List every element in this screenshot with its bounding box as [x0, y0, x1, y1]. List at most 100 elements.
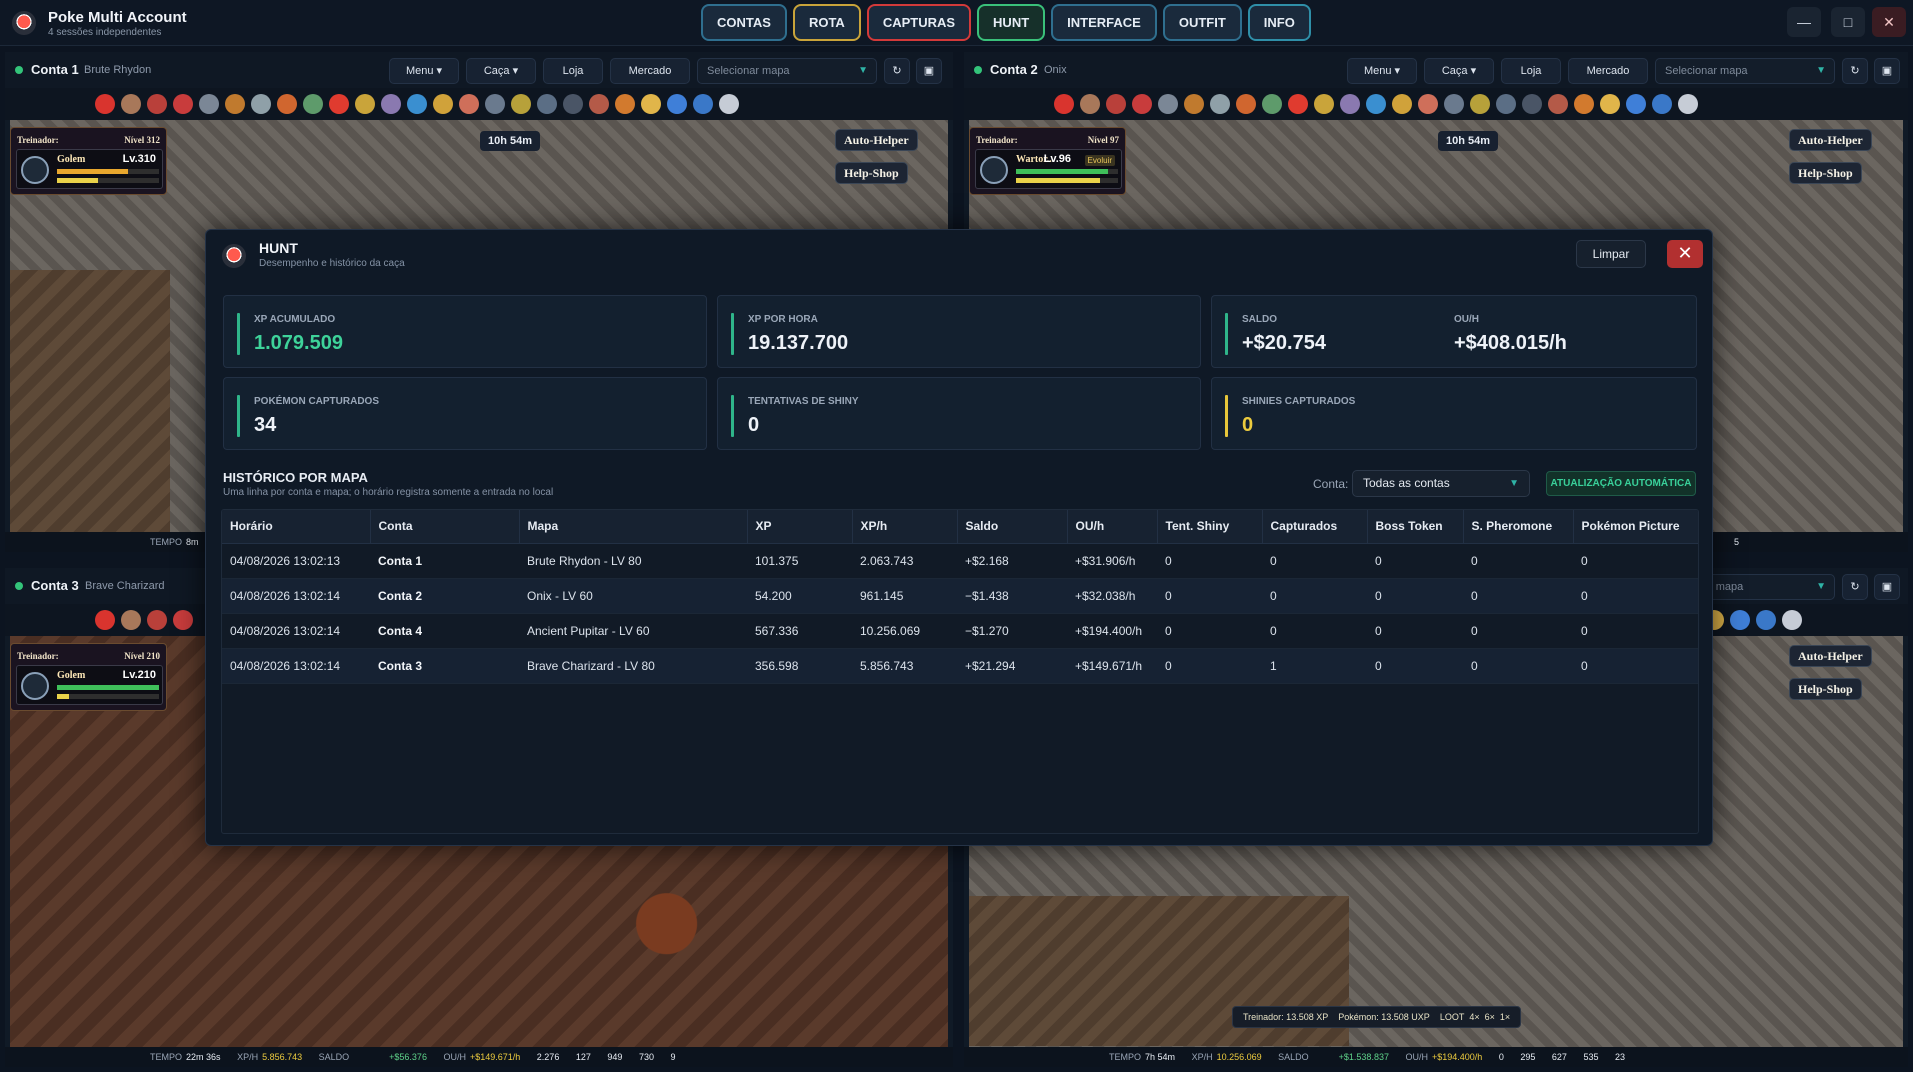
warning-icon[interactable] [329, 94, 349, 114]
refresh-icon[interactable]: ↻ [1842, 58, 1868, 84]
refresh-icon[interactable]: ↻ [884, 58, 910, 84]
pokemon-icon[interactable] [1080, 94, 1100, 114]
coin-icon[interactable] [433, 94, 453, 114]
col-tent-shiny[interactable]: Tent. Shiny [1157, 510, 1263, 544]
window-icon[interactable]: ▣ [1874, 58, 1900, 84]
spark-icon[interactable] [1574, 94, 1594, 114]
loja-button[interactable]: Loja [1501, 58, 1561, 84]
spark-icon[interactable] [615, 94, 635, 114]
diamond-icon[interactable] [667, 94, 687, 114]
tab-rota[interactable]: ROTA [792, 4, 861, 41]
pokemon-icon[interactable] [121, 610, 141, 630]
potion-icon[interactable] [1132, 94, 1152, 114]
tab-contas[interactable]: CONTAS [701, 4, 787, 41]
bag-icon[interactable] [1106, 94, 1126, 114]
water-icon[interactable] [1366, 94, 1386, 114]
fire-icon[interactable] [1236, 94, 1256, 114]
hand-icon[interactable] [1418, 94, 1438, 114]
limpar-button[interactable]: Limpar [1576, 240, 1646, 268]
pokemon-icon[interactable] [121, 94, 141, 114]
auto-update-toggle[interactable]: ATUALIZAÇÃO AUTOMÁTICA [1546, 471, 1696, 496]
rock-icon[interactable] [1210, 94, 1230, 114]
pokeball-icon[interactable] [1054, 94, 1074, 114]
window-icon[interactable]: ▣ [916, 58, 942, 84]
tab-outfit[interactable]: OUTFIT [1162, 4, 1242, 41]
caca-button[interactable]: Caça ▾ [466, 58, 536, 84]
warning-icon[interactable] [1288, 94, 1308, 114]
conta-filter-select[interactable]: Todas as contas ▼ [1352, 470, 1530, 497]
table-row[interactable]: 04/08/2026 13:02:14 Conta 4 Ancient Pupi… [222, 613, 1698, 649]
box-icon[interactable] [1548, 94, 1568, 114]
box-icon[interactable] [589, 94, 609, 114]
col-capturados[interactable]: Capturados [1262, 510, 1368, 544]
rock-icon[interactable] [251, 94, 271, 114]
col-saldo[interactable]: Saldo [957, 510, 1068, 544]
pokemon-card[interactable]: Wartor... Lv.96 Evoluir [975, 149, 1122, 189]
wing-icon[interactable] [641, 94, 661, 114]
help-shop-button[interactable]: Help-Shop [835, 162, 908, 184]
tab-capturas[interactable]: CAPTURAS [866, 4, 972, 41]
mercado-button[interactable]: Mercado [1568, 58, 1648, 84]
evolve-button[interactable]: Evoluir [1084, 155, 1115, 166]
water-icon[interactable] [407, 94, 427, 114]
auto-helper-button[interactable]: Auto-Helper [835, 129, 918, 151]
potion-icon[interactable] [173, 610, 193, 630]
map-select[interactable]: Selecionar mapa ▼ [1655, 58, 1835, 84]
pokeball-icon[interactable] [95, 610, 115, 630]
table-row[interactable]: 04/08/2026 13:02:14 Conta 3 Brave Chariz… [222, 648, 1698, 684]
pokemon-card[interactable]: Golem Lv.310 [16, 149, 163, 189]
col-s-pheromone[interactable]: S. Pheromone [1463, 510, 1574, 544]
col-xph[interactable]: XP/h [852, 510, 958, 544]
search-icon[interactable] [485, 94, 505, 114]
table-row[interactable]: 04/08/2026 13:02:14 Conta 2 Onix - LV 60… [222, 578, 1698, 614]
col-ouh[interactable]: OU/h [1067, 510, 1158, 544]
gamepass-icon[interactable] [1470, 94, 1490, 114]
loja-button[interactable]: Loja [543, 58, 603, 84]
diamond-icon[interactable] [1730, 610, 1750, 630]
bag-icon[interactable] [147, 610, 167, 630]
item-icon[interactable] [225, 94, 245, 114]
auto-helper-button[interactable]: Auto-Helper [1789, 645, 1872, 667]
potion-icon[interactable] [173, 94, 193, 114]
map-select[interactable]: Selecionar mapa ▼ [697, 58, 877, 84]
tab-info[interactable]: INFO [1247, 4, 1311, 41]
gear-icon[interactable] [719, 94, 739, 114]
help-shop-button[interactable]: Help-Shop [1789, 678, 1862, 700]
people-icon[interactable] [1756, 610, 1776, 630]
auto-helper-button[interactable]: Auto-Helper [1789, 129, 1872, 151]
close-window-button[interactable]: ✕ [1872, 7, 1906, 37]
ghost-icon[interactable] [381, 94, 401, 114]
fire-icon[interactable] [277, 94, 297, 114]
people-icon[interactable] [1652, 94, 1672, 114]
maximize-button[interactable]: □ [1831, 7, 1865, 37]
col-xp[interactable]: XP [747, 510, 853, 544]
col-pokemon-picture[interactable]: Pokémon Picture [1573, 510, 1698, 544]
close-modal-button[interactable]: ✕ [1667, 240, 1703, 268]
leaf-icon[interactable] [1262, 94, 1282, 114]
cycle-icon[interactable] [1496, 94, 1516, 114]
ghost-icon[interactable] [1340, 94, 1360, 114]
table-row[interactable]: 04/08/2026 13:02:13 Conta 1 Brute Rhydon… [222, 543, 1698, 579]
pokeball-icon[interactable] [95, 94, 115, 114]
bag-icon[interactable] [147, 94, 167, 114]
col-horario[interactable]: Horário [222, 510, 371, 544]
ball-icon[interactable] [199, 94, 219, 114]
ball-icon[interactable] [1158, 94, 1178, 114]
gear-icon[interactable] [1782, 610, 1802, 630]
item-icon[interactable] [1184, 94, 1204, 114]
gamepass-icon[interactable] [511, 94, 531, 114]
col-boss-token[interactable]: Boss Token [1367, 510, 1464, 544]
minimize-button[interactable]: — [1787, 7, 1821, 37]
grid-icon[interactable] [355, 94, 375, 114]
coin-icon[interactable] [1392, 94, 1412, 114]
grid-icon[interactable] [1314, 94, 1334, 114]
refresh-icon[interactable]: ↻ [1842, 574, 1868, 600]
tab-hunt[interactable]: HUNT [977, 4, 1046, 41]
pokemon-card[interactable]: Golem Lv.210 [16, 665, 163, 705]
leaf-icon[interactable] [303, 94, 323, 114]
col-conta[interactable]: Conta [370, 510, 520, 544]
gear-icon[interactable] [1678, 94, 1698, 114]
wing-icon[interactable] [1600, 94, 1620, 114]
diamond-icon[interactable] [1626, 94, 1646, 114]
menu-button[interactable]: Menu ▾ [1347, 58, 1417, 84]
